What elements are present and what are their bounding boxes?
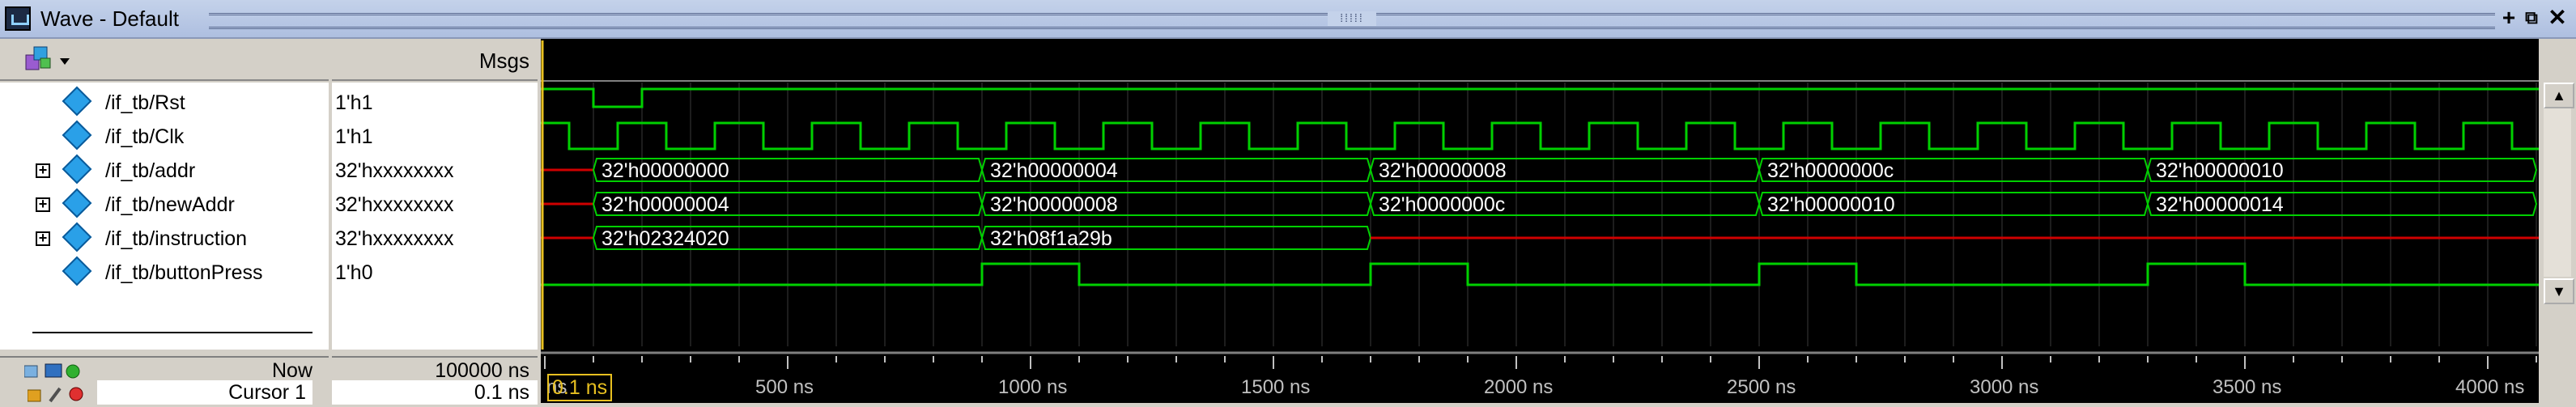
bus-label: 32'h0000000c	[1379, 193, 1505, 216]
now-value: 100000 ns	[435, 359, 529, 382]
bus-label: 32'h00000008	[990, 193, 1118, 216]
wave-pane[interactable]: 32'h00000000 32'h00000004 32'h00000008 32'h…	[541, 39, 2539, 403]
diamond-icon	[62, 86, 92, 117]
vertical-scrollbar[interactable]: ▲ ▼	[2539, 39, 2576, 314]
value-rows: 1'h1 1'h1 32'hxxxxxxxx 32'hxxxxxxxx 32'h…	[332, 83, 538, 350]
add-icon[interactable]: +	[2498, 6, 2519, 29]
ruler-label: 2000 ns	[1484, 376, 1553, 398]
signal-name-pane: /if_tb/Rst /if_tb/Clk + /if_tb/addr + /i…	[0, 39, 329, 405]
value-cell: 32'hxxxxxxxx	[335, 193, 454, 216]
signal-row[interactable]: /if_tb/Rst	[0, 86, 329, 120]
window-titlebar: Wave - Default ⁞⁞⁞⁞⁞ + ⧉ ✕	[0, 0, 2576, 39]
bus-label: 32'h00000004	[601, 193, 729, 216]
bus-label: 32'h00000000	[601, 159, 729, 182]
cursor-value: 0.1 ns	[332, 380, 538, 405]
ruler-label: 1500 ns	[1241, 376, 1310, 398]
value-pane-header: Msgs	[332, 39, 538, 81]
titlebar-grip-handle[interactable]: ⁞⁞⁞⁞⁞	[1328, 11, 1376, 26]
cursor-readout[interactable]: 0.1 ns	[547, 374, 613, 401]
bus-label: 32'h00000010	[1767, 193, 1895, 216]
expand-icon[interactable]: +	[36, 197, 50, 212]
bus-label: 32'h00000004	[990, 159, 1118, 182]
diamond-icon	[62, 120, 92, 151]
waveform-canvas[interactable]: 32'h00000000 32'h00000004 32'h00000008 32'h…	[541, 39, 2539, 403]
signal-row[interactable]: + /if_tb/newAddr	[0, 188, 329, 222]
signal-row[interactable]: /if_tb/buttonPress	[0, 256, 329, 290]
bus-label: 32'h08f1a29b	[990, 227, 1112, 250]
waveforms	[541, 87, 2539, 286]
wave-buttonPress	[541, 262, 2539, 286]
value-pane-footer: 100000 ns 0.1 ns	[332, 356, 538, 405]
now-label: Now	[271, 359, 312, 382]
name-rows: /if_tb/Rst /if_tb/Clk + /if_tb/addr + /i…	[0, 83, 329, 350]
diamond-icon	[62, 222, 92, 252]
diamond-icon	[62, 256, 92, 286]
name-pane-footer: Now Cursor 1	[0, 356, 329, 405]
ruler-label: 3000 ns	[1970, 376, 2038, 398]
value-pane: Msgs 1'h1 1'h1 32'hxxxxxxxx 32'hxxxxxxxx…	[332, 39, 538, 405]
bus-label: 32'h00000008	[1379, 159, 1507, 182]
signal-row[interactable]: + /if_tb/instruction	[0, 222, 329, 256]
scroll-thumb[interactable]	[2544, 108, 2571, 277]
bus-label: 32'h00000014	[2156, 193, 2284, 216]
close-icon[interactable]: ✕	[2547, 6, 2568, 29]
wave-rst	[541, 87, 2539, 108]
ruler-label: 1000 ns	[998, 376, 1067, 398]
bus-label: 32'h0000000c	[1767, 159, 1894, 182]
bus-labels: 32'h00000000 32'h00000004 32'h00000008 32'h…	[601, 159, 2284, 250]
msgs-header: Msgs	[478, 49, 529, 73]
wave-clk	[541, 121, 2539, 151]
lock-icon[interactable]	[27, 385, 92, 403]
ruler-label: 500 ns	[755, 376, 814, 398]
signal-row[interactable]: /if_tb/Clk	[0, 120, 329, 154]
row-divider	[32, 332, 312, 333]
cursor-label[interactable]: Cursor 1	[97, 380, 312, 405]
signal-row[interactable]: + /if_tb/addr	[0, 154, 329, 188]
grid-lines	[541, 80, 2539, 354]
edit-icon[interactable]	[23, 362, 89, 380]
group-icon[interactable]	[24, 45, 70, 73]
bus-label: 32'h02324020	[601, 227, 729, 250]
expand-icon[interactable]: +	[36, 231, 50, 246]
name-pane-header	[0, 39, 329, 81]
window-title: Wave - Default	[40, 6, 179, 31]
scroll-up-icon[interactable]: ▲	[2544, 83, 2574, 108]
expand-icon[interactable]: +	[36, 163, 50, 178]
scroll-down-icon[interactable]: ▼	[2544, 278, 2574, 304]
ruler-label: 4000 ns	[2455, 376, 2524, 398]
value-cell: 32'hxxxxxxxx	[335, 159, 454, 182]
value-cell: 32'hxxxxxxxx	[335, 227, 454, 250]
diamond-icon	[62, 188, 92, 218]
value-cell: 1'h0	[335, 261, 373, 284]
wave-window-icon	[5, 6, 31, 31]
undock-icon[interactable]: ⧉	[2521, 6, 2542, 29]
ruler-label: 2500 ns	[1727, 376, 1796, 398]
value-cell: 1'h1	[335, 91, 373, 114]
diamond-icon	[62, 154, 92, 184]
ruler-label: 3500 ns	[2213, 376, 2281, 398]
value-cell: 1'h1	[335, 125, 373, 148]
bus-label: 32'h00000010	[2156, 159, 2284, 182]
time-ruler: ns 500 ns 1000 ns 1500 ns 2000 ns 2500 ns 3000…	[544, 356, 2537, 398]
